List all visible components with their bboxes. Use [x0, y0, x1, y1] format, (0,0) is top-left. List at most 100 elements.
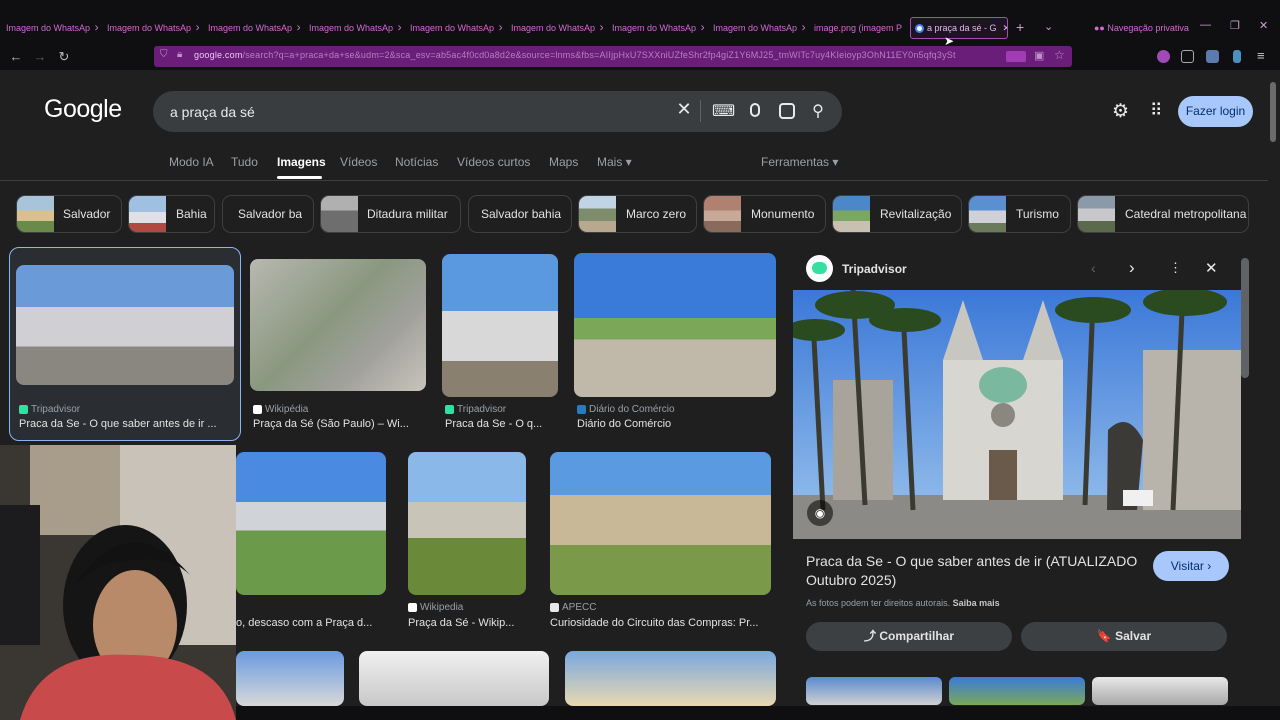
login-button[interactable]: Fazer login [1178, 96, 1253, 127]
panel-source[interactable]: Tripadvisor [842, 262, 907, 276]
chip-catedral-metropolitana[interactable]: Catedral metropolitana [1077, 195, 1249, 233]
result-thumbnail[interactable] [236, 452, 386, 595]
result-thumbnail[interactable] [16, 265, 234, 385]
mic-icon[interactable] [750, 103, 760, 117]
save-button[interactable]: 🔖 Salvar [1021, 622, 1227, 651]
extension-icon[interactable] [1157, 50, 1170, 63]
search-input[interactable]: a praça da sé [170, 104, 255, 120]
browser-tab[interactable]: Imagem do WhatsAp ✕ [612, 17, 704, 39]
extension-icon[interactable] [1181, 50, 1194, 63]
close-icon[interactable]: ✕ [397, 23, 401, 33]
related-thumbnail[interactable] [949, 677, 1085, 705]
preview-image[interactable]: ◉ [793, 290, 1241, 539]
close-icon[interactable]: ✕ [700, 23, 704, 33]
browser-tab[interactable]: Imagem do WhatsAp ✕ [511, 17, 603, 39]
browser-tab[interactable]: Imagem do WhatsAp ✕ [107, 17, 199, 39]
share-button[interactable]: ⤴ Compartilhar [806, 622, 1012, 651]
previous-icon[interactable]: ‹ [1091, 260, 1096, 276]
result-thumbnail[interactable] [574, 253, 776, 397]
search-box[interactable] [153, 91, 842, 132]
close-icon[interactable]: ✕ [296, 23, 300, 33]
tab-ai-mode[interactable]: Modo IA [169, 155, 214, 169]
address-bar[interactable]: ⛉ 🔒︎ google.com/search?q=a+praca+da+se&u… [154, 46, 1072, 67]
browser-tab[interactable]: Imagem do WhatsAp ✕ [309, 17, 401, 39]
result-title[interactable]: Diário do Comércio [577, 418, 775, 430]
forward-icon[interactable]: → [31, 49, 49, 64]
browser-tab[interactable]: Imagem do WhatsAp ✕ [6, 17, 98, 39]
visit-button[interactable]: Visitar › [1153, 551, 1229, 581]
new-tab-icon[interactable]: + [1016, 19, 1024, 35]
chip-marco-zero[interactable]: Marco zero [578, 195, 697, 233]
close-icon[interactable]: ✕ [498, 23, 502, 33]
result-title[interactable]: o, descaso com a Praça d... [236, 617, 388, 629]
close-icon[interactable]: ✕ [94, 23, 98, 33]
browser-tab[interactable]: Imagem do WhatsAp ✕ [208, 17, 300, 39]
chip-turismo[interactable]: Turismo [968, 195, 1071, 233]
panel-heading[interactable]: Praca da Se - O que saber antes de ir (A… [806, 552, 1146, 590]
close-icon[interactable]: ✕ [801, 23, 805, 33]
bookmark-star-icon[interactable]: ☆ [1054, 48, 1065, 62]
close-icon[interactable]: ✕ [599, 23, 603, 33]
active-tab[interactable]: a praça da sé - G ✕ [910, 17, 1008, 39]
tab-list-icon[interactable]: ⌄ [1044, 20, 1053, 33]
maximize-icon[interactable]: ❐ [1230, 19, 1240, 32]
chip-salvador-ba[interactable]: Salvador ba [222, 195, 314, 233]
result-thumbnail[interactable] [550, 452, 771, 595]
browser-tab[interactable]: Imagem do WhatsAp ✕ [410, 17, 502, 39]
browser-tab[interactable]: Imagem do WhatsAp ✕ [713, 17, 805, 39]
chip-salvador[interactable]: Salvador [16, 195, 122, 233]
search-icon[interactable]: ⚲ [807, 101, 829, 121]
more-options-icon[interactable]: ⋮ [1169, 260, 1182, 276]
related-thumbnail[interactable] [806, 677, 942, 705]
result-thumbnail[interactable] [565, 651, 776, 706]
result-title[interactable]: Praca da Se - O que saber antes de ir ..… [19, 418, 231, 430]
close-panel-icon[interactable]: ✕ [1205, 259, 1218, 277]
settings-gear-icon[interactable]: ⚙ [1112, 100, 1129, 123]
lens-search-icon[interactable]: ◉ [807, 500, 833, 526]
learn-more-link[interactable]: Saiba mais [953, 598, 1000, 608]
tab-videos[interactable]: Vídeos [340, 155, 377, 169]
reader-icon[interactable]: ▣ [1034, 49, 1044, 62]
clear-icon[interactable]: ✕ [673, 99, 695, 120]
extension-icon[interactable] [1233, 50, 1241, 63]
result-thumbnail[interactable] [359, 651, 549, 706]
result-thumbnail[interactable] [250, 259, 426, 391]
close-icon[interactable]: ✕ [195, 23, 199, 33]
result-title[interactable]: Curiosidade do Circuito das Compras: Pr.… [550, 617, 771, 629]
page-scrollbar-track[interactable] [1268, 80, 1278, 706]
panel-scrollbar[interactable] [1241, 258, 1249, 378]
close-icon[interactable]: ✕ [1003, 23, 1007, 33]
next-icon[interactable]: › [1129, 258, 1135, 278]
page-scrollbar-thumb[interactable] [1270, 82, 1276, 142]
result-thumbnail[interactable] [442, 254, 558, 397]
google-logo[interactable]: Google [44, 95, 122, 124]
result-thumbnail[interactable] [236, 651, 344, 706]
reload-icon[interactable]: ↻ [55, 49, 73, 65]
tools-button[interactable]: Ferramentas ▾ [761, 155, 838, 169]
menu-icon[interactable]: ≡ [1257, 48, 1265, 63]
result-thumbnail[interactable] [408, 452, 526, 595]
extension-icon[interactable] [1206, 50, 1219, 63]
minimize-icon[interactable]: — [1200, 19, 1211, 31]
window-close-icon[interactable]: ✕ [1259, 19, 1268, 32]
chip-salvador-bahia[interactable]: Salvador bahia [468, 195, 572, 233]
chip-ditadura-militar[interactable]: Ditadura militar [320, 195, 461, 233]
chip-revitalizacao[interactable]: Revitalização [832, 195, 962, 233]
keyboard-icon[interactable]: ⌨ [712, 101, 735, 121]
browser-tab[interactable]: image.png (imagem P✕ [814, 17, 906, 39]
result-title[interactable]: Praça da Sé (São Paulo) – Wi... [253, 418, 425, 430]
chip-monumento[interactable]: Monumento [703, 195, 826, 233]
translate-icon[interactable] [1006, 51, 1026, 62]
apps-grid-icon[interactable]: ⠿ [1150, 101, 1162, 121]
result-title[interactable]: Praça da Sé - Wikip... [408, 617, 526, 629]
tab-short-videos[interactable]: Vídeos curtos [457, 155, 530, 169]
tab-maps[interactable]: Maps [549, 155, 578, 169]
back-icon[interactable]: ← [7, 49, 25, 64]
tab-more[interactable]: Mais ▾ [597, 155, 632, 169]
lens-icon[interactable] [779, 103, 795, 119]
tab-images[interactable]: Imagens [277, 155, 326, 169]
result-title[interactable]: Praca da Se - O q... [445, 418, 557, 430]
chip-bahia[interactable]: Bahia [128, 195, 215, 233]
tab-all[interactable]: Tudo [231, 155, 258, 169]
related-thumbnail[interactable] [1092, 677, 1228, 705]
